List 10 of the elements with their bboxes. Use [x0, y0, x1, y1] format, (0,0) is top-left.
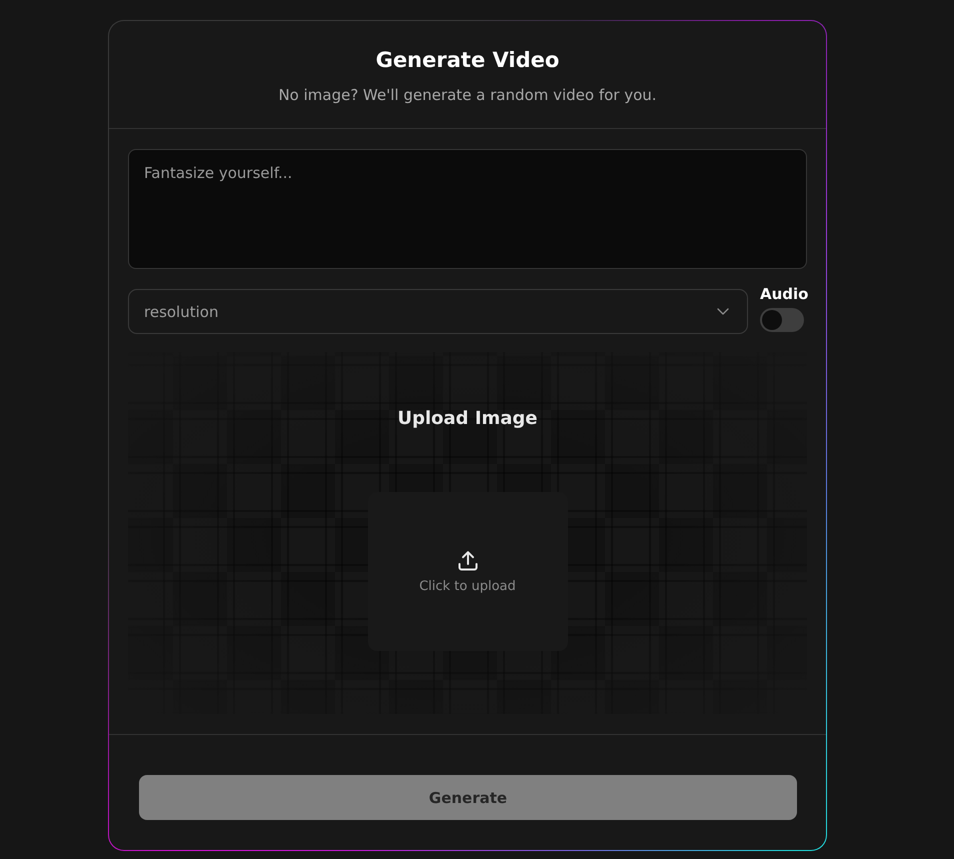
- audio-label: Audio: [760, 284, 808, 302]
- upload-icon: [456, 549, 480, 573]
- prompt-field[interactable]: Fantasize yourself...: [128, 149, 807, 269]
- upload-title: Upload Image: [397, 408, 538, 430]
- upload-dropzone[interactable]: Click to upload: [368, 492, 568, 651]
- dialog-title: Generate Video: [374, 47, 560, 73]
- dialog-subtitle: No image? We'll generate a random video for you.: [277, 85, 658, 105]
- chevron-down-icon: [717, 308, 729, 315]
- audio-toggle[interactable]: [760, 308, 804, 332]
- dropdown-select[interactable]: resolution: [128, 289, 748, 334]
